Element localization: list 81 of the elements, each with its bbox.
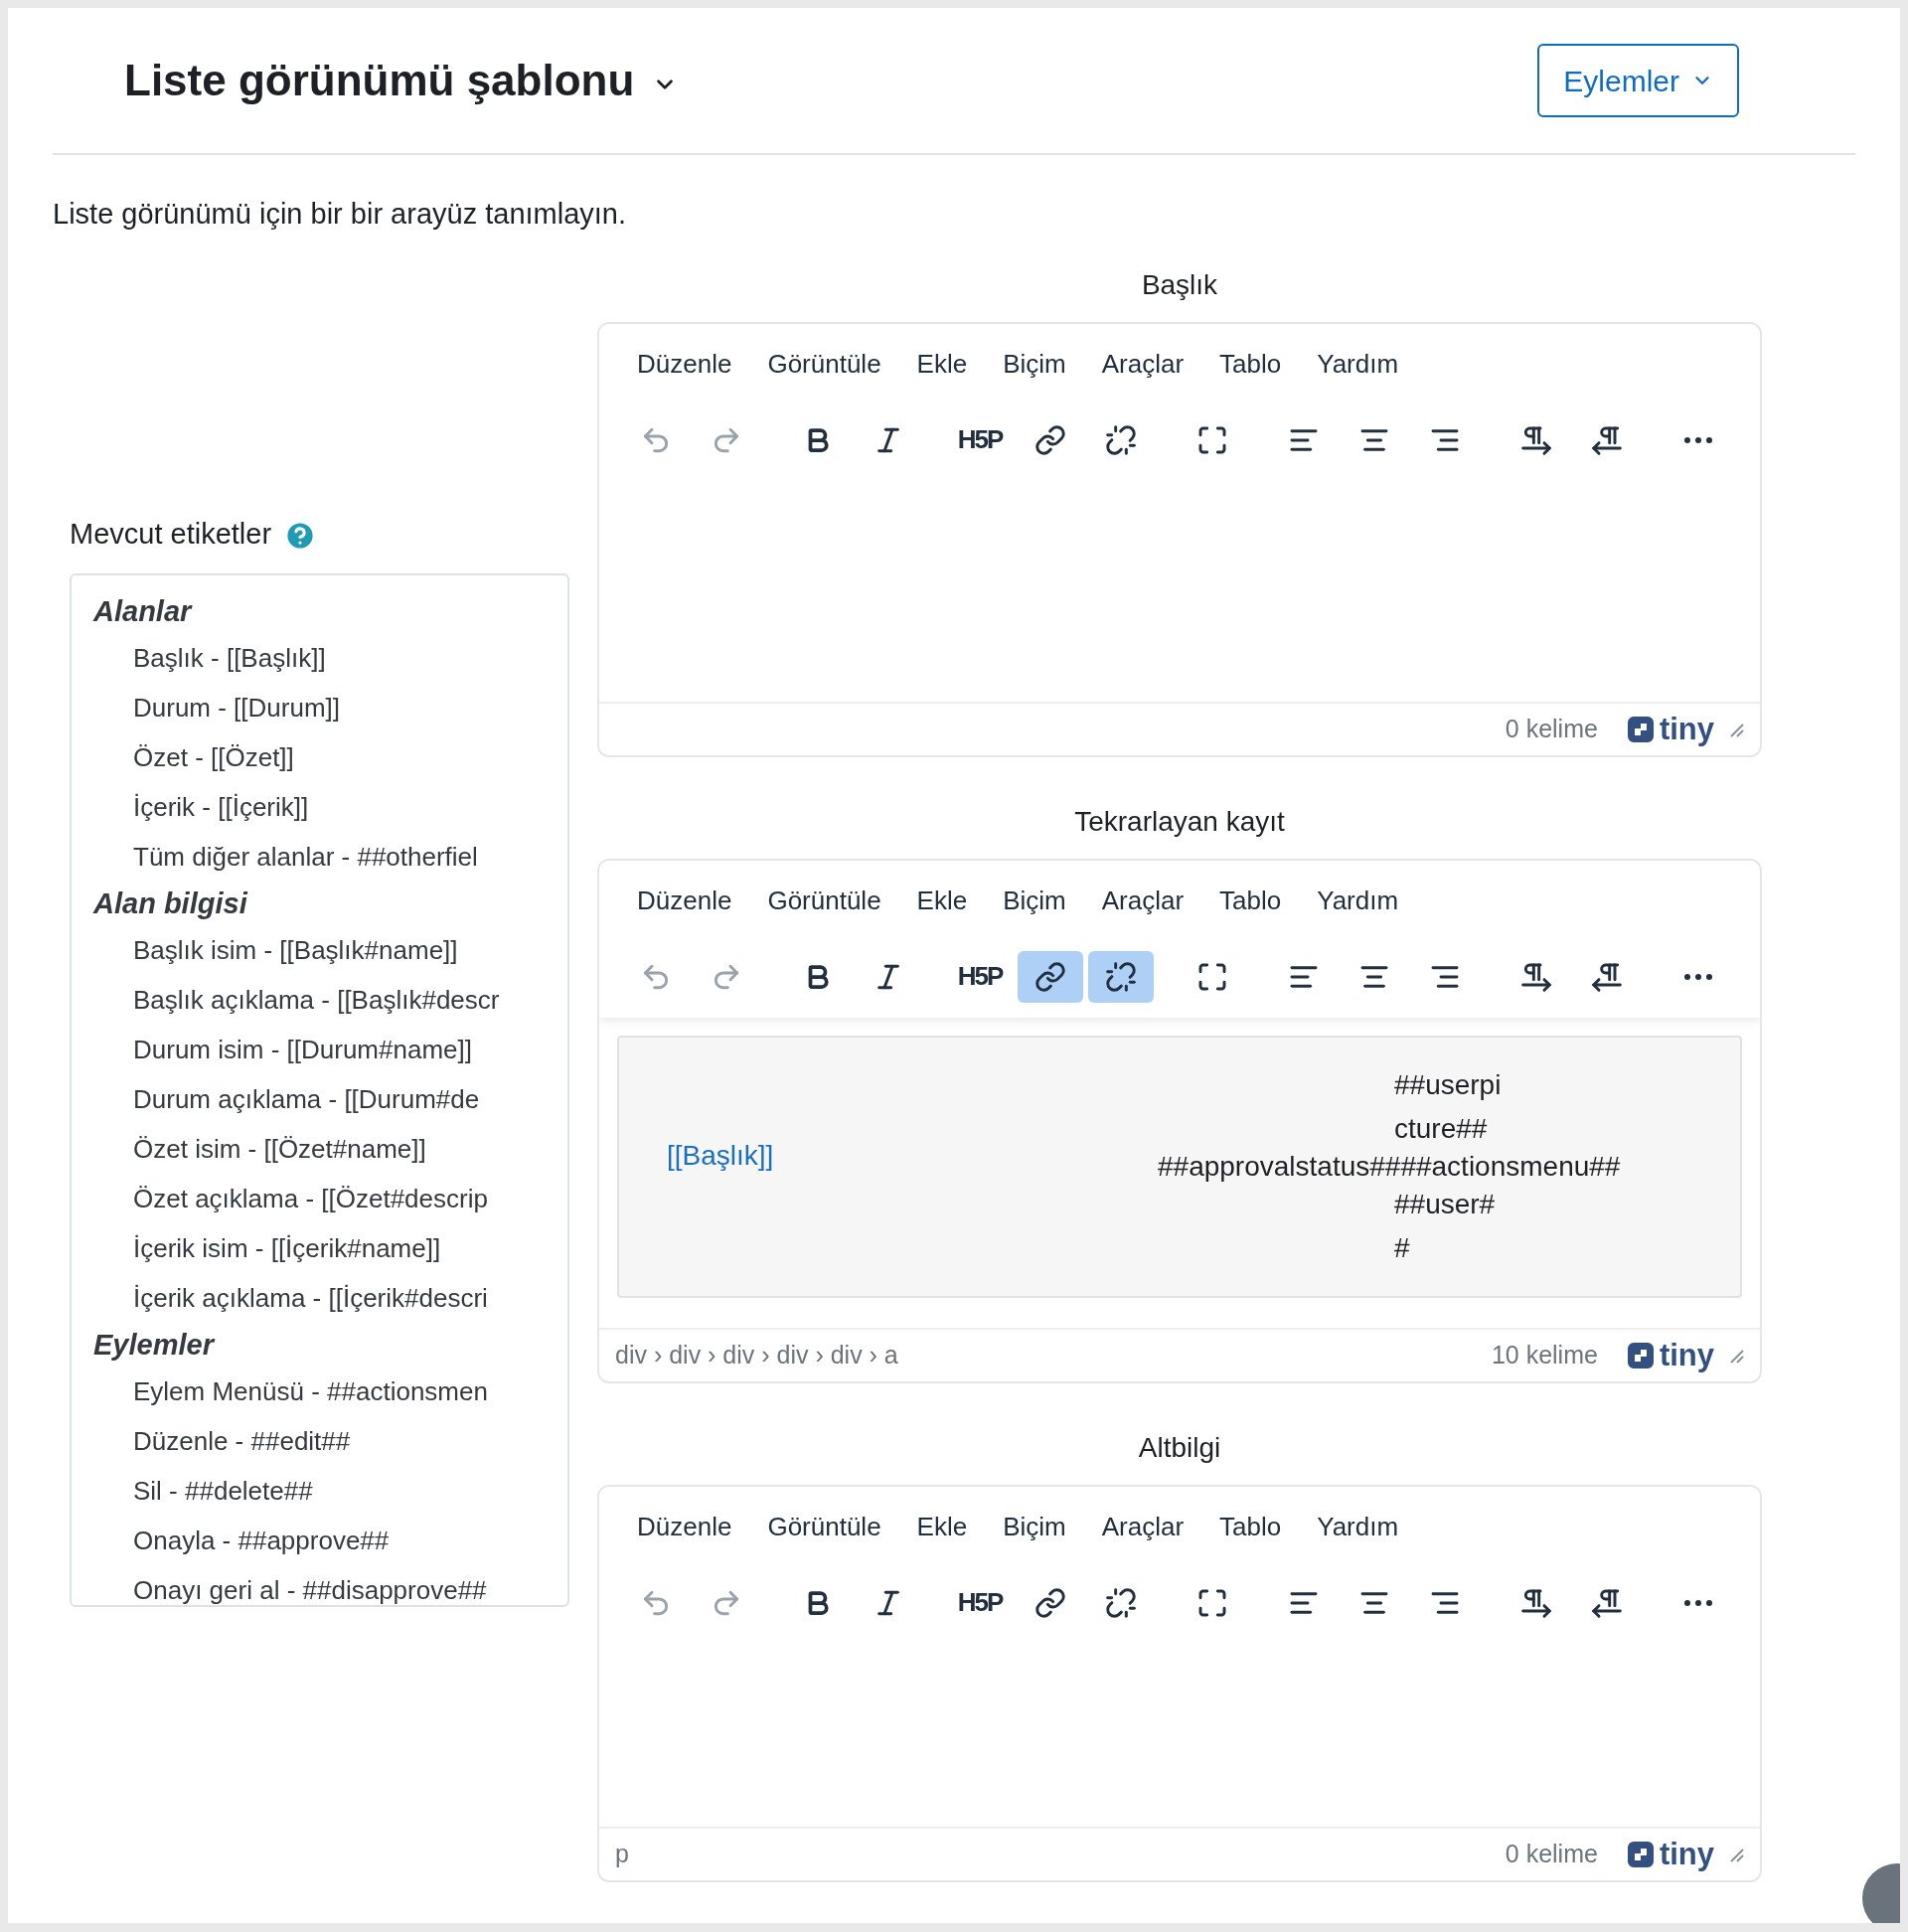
editor-label: Altbilgi [1138,1430,1221,1465]
user-tag-text: ##userpicture## [1394,1067,1503,1146]
tiny-logo-icon [1625,1839,1656,1869]
tag-item[interactable]: Özet isim - [[Özet#name]] [93,1124,567,1174]
unlink-button[interactable] [1088,950,1154,1003]
tiny-wordmark: tiny [1659,1839,1714,1869]
menu-item[interactable]: Araçlar [1085,1502,1200,1552]
tag-item[interactable]: Düzenle - ##edit## [93,1416,567,1466]
link-icon [1034,1586,1066,1619]
word-count: 0 kelime [1505,713,1598,744]
user-tag-text: ##user## [1394,1187,1497,1265]
menu-item[interactable]: Görüntüle [751,876,897,926]
resize-handle-icon[interactable] [1728,1347,1744,1364]
link-button[interactable] [1018,950,1083,1003]
tag-item[interactable]: Durum açıklama - [[Durum#de [93,1074,567,1124]
tag-group-heading: Alanlar [93,594,194,629]
tag-item[interactable]: Durum - [[Durum]] [93,683,567,732]
menu-item[interactable]: Yardım [1301,876,1415,926]
title-tag-link[interactable]: [[Başlık]] [667,1134,774,1177]
menu-item[interactable]: Biçim [987,1502,1082,1552]
menu-item[interactable]: Yardım [1301,1502,1415,1552]
tag-group-heading: Eylemler [93,1328,217,1363]
tag-item[interactable]: Özet açıklama - [[Özet#descrip [93,1174,567,1223]
h5p-button[interactable]: H5P [947,950,1013,1003]
more-icon [1684,1599,1712,1606]
menu-item[interactable]: Yardım [1301,339,1415,390]
tag-item[interactable]: Tüm diğer alanlar - ##otherfiel [93,832,567,882]
menu-item[interactable]: Düzenle [621,876,748,926]
element-path: p [615,1838,629,1869]
resize-handle-icon[interactable] [1728,1846,1744,1862]
editor-label: Tekrarlayan kayıt [1074,804,1285,839]
tag-item[interactable]: Onayla - ##approve## [93,1516,567,1565]
tag-item[interactable]: Özet - [[Özet]] [93,732,567,782]
menu-item[interactable]: Tablo [1203,339,1298,390]
tag-item[interactable]: Sil - ##delete## [93,1466,567,1516]
word-count: 10 kelime [1491,1339,1598,1370]
tiny-wordmark: tiny [1659,714,1714,744]
unlink-icon [1105,1586,1137,1619]
tags-label: Mevcut etiketler [70,516,272,552]
unlink-icon [1105,423,1137,456]
resize-handle-icon[interactable] [1728,721,1744,737]
tag-item[interactable]: Başlık isim - [[Başlık#name]] [93,925,567,975]
page-title: Liste görünümü şablonu [124,55,635,106]
tiny-wordmark: tiny [1659,1340,1714,1370]
menu-item[interactable]: Düzenle [621,339,748,390]
menu-item[interactable]: Görüntüle [751,1502,897,1552]
menu-item[interactable]: Biçim [987,339,1082,390]
actions-button[interactable]: Eylemler [1537,44,1739,117]
tag-item[interactable]: İçerik isim - [[İçerik#name]] [93,1223,567,1273]
more-icon [1684,436,1712,443]
h5p-button[interactable]: H5P [947,1576,1013,1629]
more-icon [1684,973,1712,980]
tag-item[interactable]: Onayı geri al - ##disapprove## [93,1565,567,1605]
tiny-logo-icon [1625,714,1656,744]
editor-label: Başlık [1141,267,1218,302]
menu-item[interactable]: Görüntüle [751,339,897,390]
menu-item[interactable]: Ekle [900,1502,984,1552]
description-text: Liste görünümü için bir bir arayüz tanımlayın. [53,197,628,232]
link-icon [1034,423,1066,456]
element-path: div › div › div › div › div › a [615,1339,898,1370]
tag-item[interactable]: Başlık - [[Başlık]] [93,633,567,683]
menu-item[interactable]: Tablo [1203,1502,1298,1552]
tiny-logo-icon [1625,1340,1656,1370]
h5p-button[interactable]: H5P [947,413,1013,466]
menu-item[interactable]: Araçlar [1085,876,1200,926]
tag-item[interactable]: Eylem Menüsü - ##actionsmen [93,1367,567,1416]
menu-item[interactable]: Ekle [900,876,984,926]
tag-item[interactable]: İçerik açıklama - [[İçerik#descri [93,1273,567,1323]
tag-item[interactable]: İçerik - [[İçerik]] [93,782,567,832]
menu-item[interactable]: Araçlar [1085,339,1200,390]
menu-item[interactable]: Tablo [1203,876,1298,926]
tag-item[interactable]: Durum isim - [[Durum#name]] [93,1025,567,1074]
word-count: 0 kelime [1505,1838,1598,1869]
unlink-icon [1105,960,1137,993]
menu-item[interactable]: Biçim [987,876,1082,926]
link-icon [1034,960,1066,993]
tag-item[interactable]: Başlık açıklama - [[Başlık#descr [93,975,567,1025]
menu-item[interactable]: Düzenle [621,1502,748,1552]
tag-group-heading: Alan bilgisi [93,886,249,921]
menu-item[interactable]: Ekle [900,339,984,390]
status-tag-text: ##approvalstatus####actionsmenu## [1158,1150,1621,1183]
